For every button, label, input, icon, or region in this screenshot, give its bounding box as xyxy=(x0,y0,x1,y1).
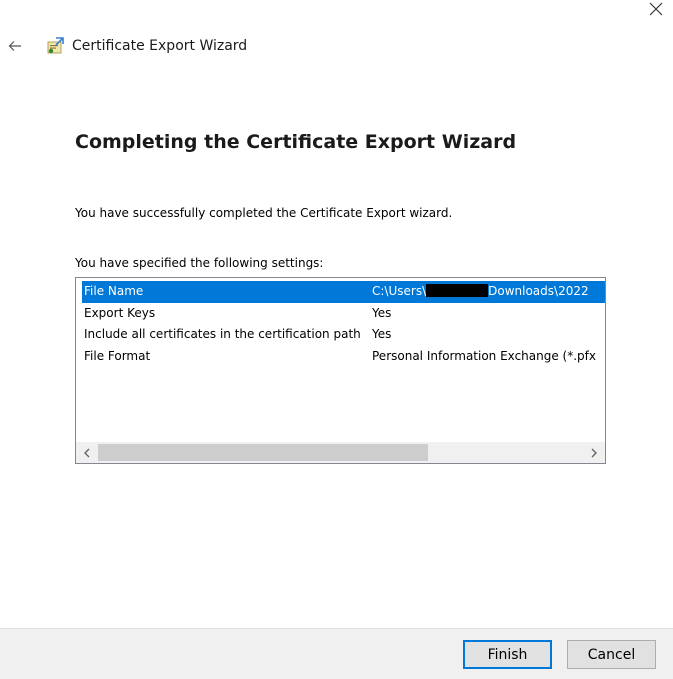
chevron-left-icon xyxy=(84,448,90,457)
certificate-wizard-icon xyxy=(44,35,66,57)
certificate-export-wizard-window: Certificate Export Wizard Completing the… xyxy=(0,0,673,679)
setting-value: Yes xyxy=(372,305,392,320)
close-icon xyxy=(649,2,663,16)
scroll-track[interactable] xyxy=(98,442,583,463)
button-bar: Finish Cancel xyxy=(0,628,673,679)
setting-value: Personal Information Exchange (*.pfx xyxy=(372,348,596,363)
back-arrow-icon xyxy=(8,41,21,51)
finish-button[interactable]: Finish xyxy=(463,640,552,669)
settings-label: You have specified the following setting… xyxy=(75,256,324,270)
list-item-export-keys[interactable]: Export Keys Yes xyxy=(82,303,605,325)
redacted-username xyxy=(426,284,489,297)
setting-value: Yes xyxy=(372,327,392,341)
page-heading: Completing the Certificate Export Wizard xyxy=(75,131,517,153)
list-item-file-name[interactable]: File Name C:\Users\ Downloads\2022 xyxy=(82,281,605,303)
chevron-right-icon xyxy=(591,448,597,457)
list-item-file-format[interactable]: File Format Personal Information Exchang… xyxy=(82,346,605,368)
scroll-thumb[interactable] xyxy=(98,444,428,461)
setting-name: File Name xyxy=(84,284,144,298)
setting-name: File Format xyxy=(84,348,151,363)
close-button[interactable] xyxy=(639,0,673,18)
cancel-button[interactable]: Cancel xyxy=(567,640,656,669)
wizard-title: Certificate Export Wizard xyxy=(72,38,248,54)
horizontal-scrollbar[interactable] xyxy=(76,442,605,463)
scroll-right-button[interactable] xyxy=(583,442,605,463)
success-message: You have successfully completed the Cert… xyxy=(75,206,453,220)
list-item-include-certificates[interactable]: Include all certificates in the certific… xyxy=(82,324,605,346)
settings-list[interactable]: File Name C:\Users\ Downloads\2022 Export… xyxy=(75,277,606,464)
setting-value: C:\Users\ Downloads\2022 xyxy=(372,284,589,298)
wizard-header: Certificate Export Wizard xyxy=(0,32,247,60)
scroll-left-button[interactable] xyxy=(76,442,98,463)
setting-name: Export Keys xyxy=(84,305,156,320)
back-button[interactable] xyxy=(2,33,28,59)
setting-name: Include all certificates in the certific… xyxy=(84,327,361,341)
